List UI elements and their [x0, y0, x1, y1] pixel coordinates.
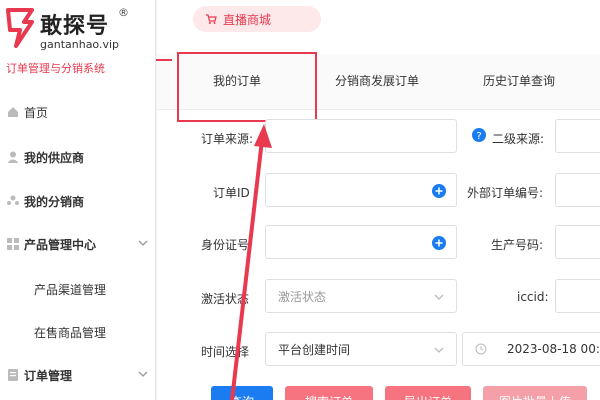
batch-upload-images-button[interactable]: 图片批量上传 — [483, 386, 587, 400]
help-icon[interactable]: ? — [472, 128, 486, 142]
chevron-down-icon — [434, 294, 444, 300]
logo: 敢探号 ® gantanhao.vip — [6, 6, 146, 52]
sidebar-item-label: 我的供应商 — [24, 150, 85, 165]
query-button[interactable]: 查询 — [211, 386, 273, 400]
system-name: 订单管理与分销系统 — [6, 62, 105, 75]
activation-status-select[interactable]: 激活状态 — [265, 279, 457, 313]
time-type-value: 平台创建时间 — [278, 342, 351, 357]
activation-status-placeholder: 激活状态 — [278, 289, 327, 304]
chevron-down-icon — [138, 371, 148, 377]
order-source-input[interactable] — [265, 119, 457, 153]
time-select-label: 时间选择 — [201, 345, 250, 359]
cart-icon — [206, 14, 217, 24]
sidebar-item-label: 首页 — [24, 105, 49, 120]
live-mall-tab[interactable]: 直播商城 — [193, 6, 321, 32]
top-bar: 直播商城 — [157, 0, 600, 50]
sidebar-subitem-on-sale-products[interactable]: 在售商品管理 — [0, 318, 155, 346]
tab-history-orders[interactable]: 历史订单查询 — [483, 72, 555, 89]
export-orders-button[interactable]: 导出订单 — [385, 386, 471, 400]
sidebar-item-orders[interactable]: 订单管理 — [0, 361, 155, 389]
logo-mark-icon — [6, 8, 34, 48]
sidebar-subitem-product-channels[interactable]: 产品渠道管理 — [0, 275, 155, 303]
logo-registered-mark: ® — [118, 6, 129, 19]
grid-icon — [7, 238, 19, 250]
chevron-down-icon — [138, 240, 148, 246]
order-id-input[interactable] — [265, 173, 457, 207]
sidebar-item-label: 我的分销商 — [24, 194, 85, 209]
time-type-select[interactable]: 平台创建时间 — [265, 332, 457, 366]
logo-subtitle: gantanhao.vip — [40, 38, 120, 51]
search-orders-button[interactable]: 搜索订单 — [285, 386, 373, 400]
second-source-input[interactable] — [555, 119, 600, 153]
live-mall-tab-label: 直播商城 — [223, 12, 272, 27]
sidebar-item-distributors[interactable]: 我的分销商 — [0, 187, 155, 215]
sidebar-item-home[interactable]: 首页 — [0, 98, 155, 126]
id-card-label: 身份证号 — [201, 238, 250, 252]
activation-status-label: 激活状态 — [201, 292, 250, 306]
home-icon — [8, 107, 18, 117]
logo-title: 敢探号 — [40, 14, 110, 39]
sidebar-item-label: 订单管理 — [24, 368, 73, 383]
second-source-label: 二级来源: — [492, 132, 545, 146]
date-start-value: 2023-08-18 00:0 — [507, 342, 600, 356]
order-source-label: 订单来源: — [201, 132, 254, 146]
external-order-no-input[interactable] — [555, 173, 600, 207]
sidebar-item-label: 产品管理中心 — [24, 237, 97, 252]
tab-highlight-box — [177, 52, 317, 122]
iccid-label: iccid: — [517, 290, 549, 304]
tab-distributor-orders[interactable]: 分销商发展订单 — [335, 72, 419, 89]
sidebar-item-product-center[interactable]: 产品管理中心 — [0, 230, 155, 258]
order-id-label: 订单ID — [213, 186, 250, 200]
date-range-input[interactable]: 2023-08-18 00:0 — [462, 332, 600, 366]
chevron-down-icon — [434, 347, 444, 353]
user-icon — [7, 151, 19, 163]
id-card-input[interactable] — [265, 225, 457, 259]
svg-text:?: ? — [476, 131, 481, 142]
team-icon — [7, 195, 19, 205]
sidebar-item-suppliers[interactable]: 我的供应商 — [0, 143, 155, 171]
iccid-input[interactable] — [555, 279, 600, 313]
sidebar: 敢探号 ® gantanhao.vip 订单管理与分销系统 首页 我的供应商 我… — [0, 0, 156, 400]
production-no-label: 生产号码: — [491, 238, 544, 252]
main-content: 直播商城 我的订单 分销商发展订单 历史订单查询 订单来源: ? 二级来源: 订… — [157, 0, 600, 400]
plus-circle-icon[interactable] — [432, 236, 446, 250]
clock-icon — [475, 343, 487, 355]
plus-circle-icon[interactable] — [432, 184, 446, 198]
external-order-no-label: 外部订单编号: — [467, 186, 544, 200]
doc-icon — [8, 369, 18, 381]
production-no-input[interactable] — [555, 225, 600, 259]
